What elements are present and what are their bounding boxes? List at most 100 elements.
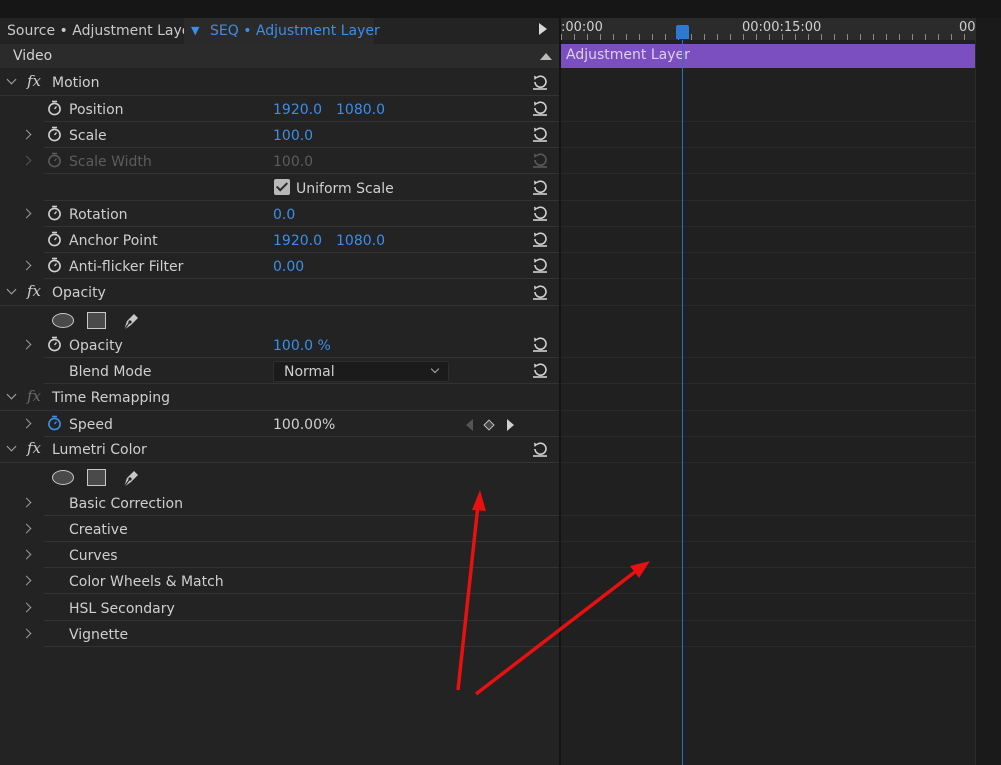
effect-name: Lumetri Color bbox=[52, 442, 147, 458]
property-uniform-scale: Uniform Scale bbox=[0, 175, 560, 201]
property-label: Rotation bbox=[69, 207, 128, 223]
effect-motion[interactable]: fx Motion bbox=[0, 70, 560, 96]
expand-chevron-icon[interactable] bbox=[21, 208, 32, 219]
expand-chevron-icon[interactable] bbox=[21, 523, 32, 534]
property-anchor-point: Anchor Point 1920.0 1080.0 bbox=[0, 227, 560, 253]
ellipse-mask-icon[interactable] bbox=[52, 470, 74, 485]
tab-menu-icon[interactable]: ▼ bbox=[191, 18, 199, 44]
lumetri-item[interactable]: Basic Correction bbox=[0, 490, 560, 516]
expand-chevron-icon[interactable] bbox=[21, 602, 32, 613]
stopwatch-icon[interactable] bbox=[47, 100, 62, 116]
property-label: Anti-flicker Filter bbox=[69, 259, 184, 275]
fx-toggle-icon[interactable]: fx bbox=[27, 282, 41, 300]
pen-mask-icon[interactable] bbox=[120, 310, 142, 332]
reset-icon[interactable] bbox=[531, 73, 549, 91]
rectangle-mask-icon[interactable] bbox=[87, 469, 106, 486]
effect-time-remapping[interactable]: fx Time Remapping bbox=[0, 385, 560, 411]
reset-icon[interactable] bbox=[531, 283, 549, 301]
rectangle-mask-icon[interactable] bbox=[87, 312, 106, 329]
antiflicker-value[interactable]: 0.00 bbox=[273, 259, 304, 275]
pen-mask-icon[interactable] bbox=[120, 467, 142, 489]
fx-toggle-icon[interactable]: fx bbox=[27, 439, 41, 457]
chevron-down-icon bbox=[430, 364, 440, 374]
lumetri-item[interactable]: Vignette bbox=[0, 621, 560, 647]
expand-chevron-icon[interactable] bbox=[21, 260, 32, 271]
reset-icon[interactable] bbox=[531, 230, 549, 248]
video-section-label: Video bbox=[13, 48, 53, 64]
lumetri-item[interactable]: Color Wheels & Match bbox=[0, 568, 560, 594]
expand-chevron-icon[interactable] bbox=[21, 418, 32, 429]
rotation-value[interactable]: 0.0 bbox=[273, 207, 295, 223]
position-x-value[interactable]: 1920.0 bbox=[273, 102, 322, 118]
lumetri-item[interactable]: Creative bbox=[0, 516, 560, 542]
collapse-chevron-icon[interactable] bbox=[6, 441, 17, 452]
next-keyframe-icon[interactable] bbox=[507, 419, 514, 431]
playhead-handle[interactable] bbox=[676, 25, 689, 39]
collapse-chevron-icon[interactable] bbox=[6, 284, 17, 295]
lumetri-item-label: Basic Correction bbox=[69, 496, 183, 512]
scroll-up-icon[interactable] bbox=[540, 53, 552, 60]
collapse-chevron-icon[interactable] bbox=[6, 389, 17, 400]
reset-icon[interactable] bbox=[531, 335, 549, 353]
time-ruler[interactable]: :00:00 00:00:15:00 00: bbox=[561, 18, 975, 40]
reset-icon[interactable] bbox=[531, 256, 549, 274]
reset-icon[interactable] bbox=[531, 99, 549, 117]
timecode-start: :00:00 bbox=[561, 20, 603, 35]
stopwatch-icon[interactable] bbox=[47, 336, 62, 352]
stopwatch-icon[interactable] bbox=[47, 415, 62, 431]
speed-value[interactable]: 100.00% bbox=[273, 417, 335, 433]
effect-controls-timeline[interactable]: :00:00 00:00:15:00 00: Adjustment Layer bbox=[561, 18, 975, 765]
reset-icon[interactable] bbox=[531, 125, 549, 143]
clip-bar[interactable]: Adjustment Layer bbox=[561, 44, 975, 68]
lumetri-item[interactable]: Curves bbox=[0, 542, 560, 568]
collapse-chevron-icon[interactable] bbox=[6, 74, 17, 85]
stopwatch-icon[interactable] bbox=[47, 126, 62, 142]
property-label: Blend Mode bbox=[69, 364, 152, 380]
reset-icon[interactable] bbox=[531, 361, 549, 379]
playhead-line bbox=[682, 40, 683, 765]
ruler-ticks bbox=[561, 34, 975, 40]
property-label: Opacity bbox=[69, 338, 123, 354]
opacity-value[interactable]: 100.0 % bbox=[273, 338, 331, 354]
lumetri-item-label: Curves bbox=[69, 548, 118, 564]
expand-chevron-icon[interactable] bbox=[21, 575, 32, 586]
uniform-scale-checkbox[interactable] bbox=[274, 179, 290, 195]
property-label: Speed bbox=[69, 417, 113, 433]
fx-toggle-icon[interactable]: fx bbox=[27, 72, 41, 90]
effect-controls-panel: Video fx Motion Position 1920.0 1080.0 S… bbox=[0, 44, 560, 765]
position-y-value[interactable]: 1080.0 bbox=[336, 102, 385, 118]
expand-chevron-icon[interactable] bbox=[21, 549, 32, 560]
stopwatch-icon[interactable] bbox=[47, 205, 62, 221]
anchor-y-value[interactable]: 1080.0 bbox=[336, 233, 385, 249]
effect-name: Motion bbox=[52, 75, 100, 91]
tab-source[interactable]: Source • Adjustment Layer bbox=[7, 18, 196, 44]
timecode-end: 00: bbox=[959, 20, 975, 35]
tab-effect-controls[interactable]: ▼ SEQ • Adjustment Layer bbox=[184, 18, 380, 44]
blend-mode-dropdown[interactable]: Normal bbox=[273, 361, 449, 382]
panel-tab-bar: Source • Adjustment Layer ▼ SEQ • Adjust… bbox=[0, 18, 560, 44]
reset-icon[interactable] bbox=[531, 178, 549, 196]
previous-keyframe-icon[interactable] bbox=[466, 419, 473, 431]
expand-chevron-icon[interactable] bbox=[21, 497, 32, 508]
scale-width-value: 100.0 bbox=[273, 154, 314, 170]
reset-icon[interactable] bbox=[531, 204, 549, 222]
lumetri-item[interactable]: HSL Secondary bbox=[0, 595, 560, 621]
reset-icon[interactable] bbox=[531, 440, 549, 458]
stopwatch-icon[interactable] bbox=[47, 257, 62, 273]
expand-chevron-icon[interactable] bbox=[21, 129, 32, 140]
effect-opacity[interactable]: fx Opacity bbox=[0, 280, 560, 306]
effect-lumetri-color[interactable]: fx Lumetri Color bbox=[0, 437, 560, 463]
vertical-scrollbar[interactable] bbox=[975, 18, 1001, 765]
add-keyframe-icon[interactable] bbox=[483, 419, 495, 431]
lumetri-item-label: Color Wheels & Match bbox=[69, 574, 224, 590]
ellipse-mask-icon[interactable] bbox=[52, 313, 74, 328]
expand-chevron-icon[interactable] bbox=[21, 628, 32, 639]
stopwatch-icon[interactable] bbox=[47, 231, 62, 247]
property-scale-width: Scale Width 100.0 bbox=[0, 148, 560, 174]
lumetri-item-label: HSL Secondary bbox=[69, 601, 175, 617]
expand-chevron-icon[interactable] bbox=[21, 339, 32, 350]
show-timeline-toggle-icon[interactable] bbox=[539, 23, 547, 35]
scale-value[interactable]: 100.0 bbox=[273, 128, 313, 144]
timecode-mid: 00:00:15:00 bbox=[742, 20, 822, 35]
anchor-x-value[interactable]: 1920.0 bbox=[273, 233, 322, 249]
